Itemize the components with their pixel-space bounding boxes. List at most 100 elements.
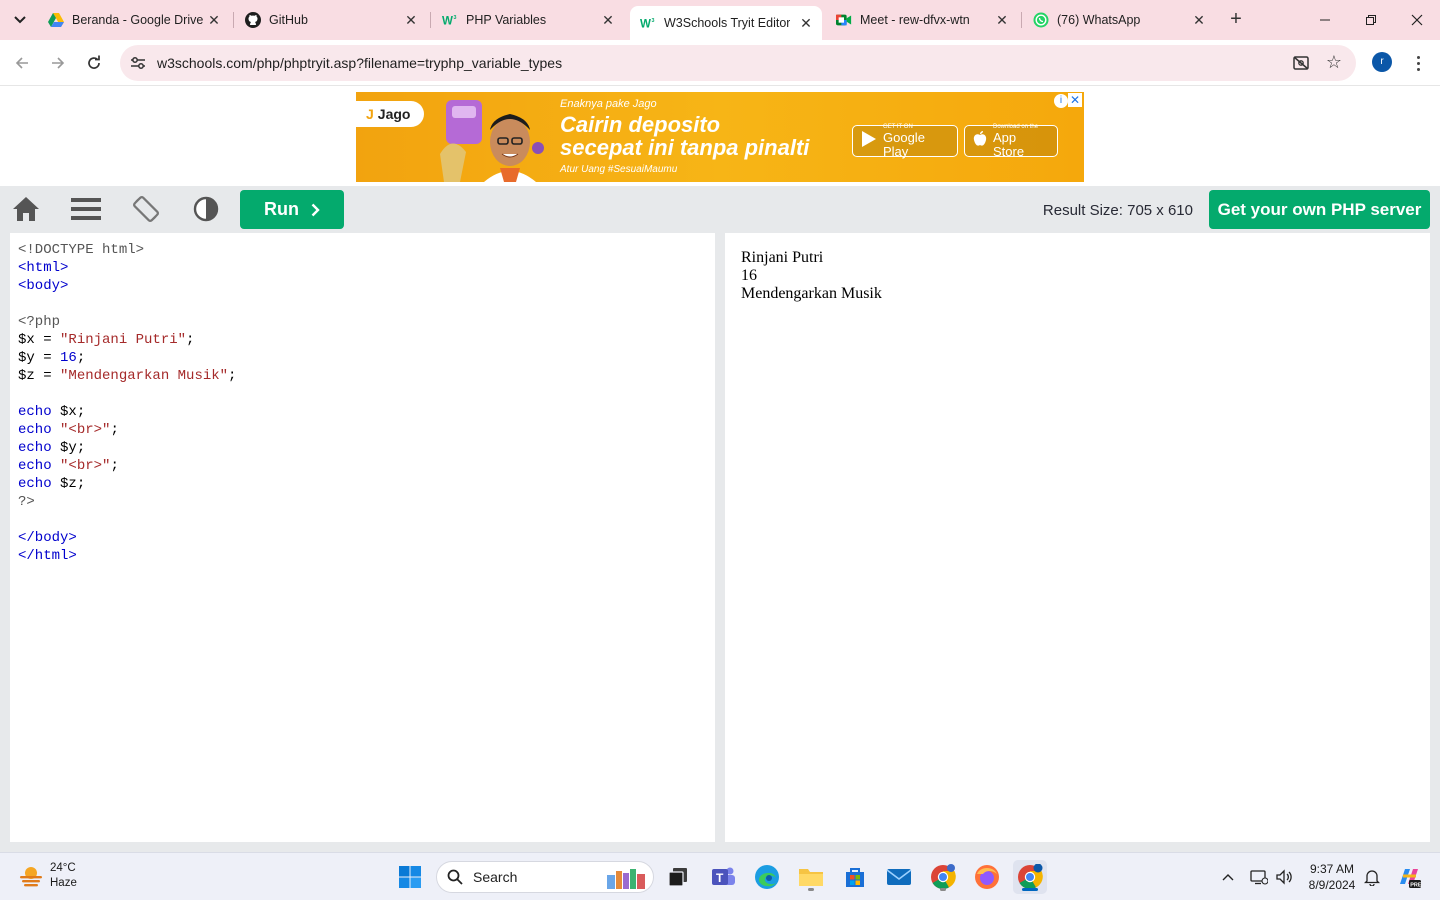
taskbar-search[interactable]: Search (436, 861, 654, 893)
tab-search-button[interactable] (8, 8, 32, 32)
rotate-screen-icon (133, 196, 159, 222)
new-tab-button[interactable]: + (1224, 8, 1248, 32)
code-line[interactable]: </html> (18, 547, 236, 565)
code-line[interactable]: echo $z; (18, 475, 236, 493)
show-hidden-icons-button[interactable] (1218, 867, 1238, 887)
code-token: echo (18, 422, 52, 438)
taskbar-clock[interactable]: 9:37 AM 8/9/2024 (1304, 861, 1360, 893)
chrome-icon (1018, 864, 1043, 890)
browser-menu-icon[interactable] (1408, 51, 1428, 75)
home-button[interactable] (10, 194, 42, 224)
restore-button[interactable] (1348, 0, 1394, 40)
code-line[interactable]: echo $x; (18, 403, 236, 421)
code-line[interactable]: <!DOCTYPE html> (18, 241, 236, 259)
result-frame[interactable]: Rinjani Putri 16 Mendengarkan Musik (725, 233, 1430, 842)
code-token: $z = (18, 368, 61, 384)
reload-button[interactable] (81, 50, 107, 76)
bookmark-star-icon[interactable]: ☆ (1326, 53, 1342, 71)
code-line[interactable]: $z = "Mendengarkan Musik"; (18, 367, 236, 385)
code-token: $z; (51, 476, 86, 492)
profile-avatar[interactable]: r (1372, 52, 1392, 72)
taskbar-mail[interactable] (882, 860, 916, 894)
copilot-button[interactable]: PRE (1396, 864, 1422, 890)
theme-toggle-button[interactable] (190, 194, 222, 224)
tracking-protection-icon[interactable] (1292, 54, 1310, 77)
close-tab-icon[interactable]: ✕ (403, 12, 419, 28)
taskbar-file-explorer[interactable] (794, 860, 828, 894)
close-tab-icon[interactable]: ✕ (206, 12, 222, 28)
ad-info-icon[interactable]: i (1054, 94, 1068, 108)
taskbar-firefox[interactable] (970, 860, 1004, 894)
tab-title: W3Schools Tryit Editor (664, 16, 791, 30)
run-button[interactable]: Run (240, 190, 344, 229)
tab-google-meet[interactable]: Meet - rew-dfvx-wtn ✕ (826, 6, 1018, 34)
network-icon (1250, 870, 1268, 885)
code-line[interactable] (18, 511, 236, 529)
code-line[interactable] (18, 385, 236, 403)
google-drive-icon (48, 12, 64, 28)
jago-ad-banner[interactable]: J Jago Enaknya pake Jago Cairin deposito … (356, 92, 1084, 182)
close-tab-icon[interactable]: ✕ (600, 12, 616, 28)
taskbar-edge[interactable] (750, 860, 784, 894)
running-indicator (940, 888, 946, 891)
code-line[interactable]: <?php (18, 313, 236, 331)
taskbar-chrome-profile-1[interactable] (926, 860, 960, 894)
code-line[interactable] (18, 295, 236, 313)
taskbar-teams[interactable]: T (706, 860, 740, 894)
site-settings-icon[interactable] (128, 53, 148, 73)
tab-google-drive[interactable]: Beranda - Google Drive ✕ (38, 6, 230, 34)
close-window-button[interactable] (1394, 0, 1440, 40)
code-line[interactable]: $y = 16; (18, 349, 236, 367)
code-editor[interactable]: <!DOCTYPE html> <html> <body> <?php $x = "Ri… (10, 233, 715, 842)
code-line[interactable]: echo "<br>"; (18, 421, 236, 439)
notifications-button[interactable] (1362, 867, 1382, 887)
tab-title: PHP Variables (466, 13, 547, 27)
code-line[interactable]: </body> (18, 529, 236, 547)
code-line[interactable]: <html> (18, 259, 236, 277)
arrow-left-icon (15, 57, 28, 69)
start-button[interactable] (393, 860, 427, 894)
code-line[interactable]: $x = "Rinjani Putri"; (18, 331, 236, 349)
tab-whatsapp[interactable]: (76) WhatsApp ✕ (1023, 6, 1215, 34)
taskbar-store[interactable] (838, 860, 872, 894)
task-view-icon (668, 868, 687, 887)
app-store-badge[interactable]: Download on the App Store (964, 124, 1058, 158)
close-tab-icon[interactable]: ✕ (1191, 12, 1207, 28)
close-tab-icon[interactable]: ✕ (798, 15, 814, 31)
windows-logo-icon (399, 866, 421, 888)
menu-button[interactable] (70, 194, 102, 224)
result-line: 16 (741, 267, 757, 284)
code-content[interactable]: <!DOCTYPE html> <html> <body> <?php $x = "Ri… (18, 241, 236, 565)
code-line[interactable]: ?> (18, 493, 236, 511)
close-tab-icon[interactable]: ✕ (994, 12, 1010, 28)
minimize-button[interactable] (1302, 0, 1348, 40)
tab-github[interactable]: GitHub ✕ (235, 6, 427, 34)
code-token: 16 (60, 350, 77, 366)
code-token: ; (110, 422, 119, 438)
code-token: "Mendengarkan Musik" (60, 368, 229, 384)
volume-button[interactable] (1274, 867, 1294, 887)
code-line[interactable]: <body> (18, 277, 236, 295)
back-button[interactable] (9, 50, 35, 76)
rotate-layout-button[interactable] (130, 194, 162, 224)
weather-widget[interactable]: 24°C Haze (18, 861, 77, 891)
ad-brand-label: Jago (377, 106, 411, 122)
google-play-badge[interactable]: GET IT ON Google Play (852, 124, 958, 158)
code-token: ; (76, 350, 86, 366)
address-bar[interactable]: w3schools.com/php/phptryit.asp?filename=… (120, 45, 1356, 81)
teams-icon: T (712, 867, 735, 885)
ad-brand-logo: J Jago (356, 101, 424, 127)
forward-button[interactable] (45, 50, 71, 76)
task-view-button[interactable] (661, 860, 695, 894)
network-status-button[interactable] (1249, 867, 1269, 887)
ad-close-icon[interactable]: ✕ (1068, 93, 1082, 107)
get-php-server-button[interactable]: Get your own PHP server (1209, 190, 1430, 229)
tab-w3schools-tryit[interactable]: W3 W3Schools Tryit Editor ✕ (630, 6, 822, 40)
code-line[interactable]: echo $y; (18, 439, 236, 457)
jago-logo-mark: J (366, 106, 374, 122)
result-line: Rinjani Putri (741, 249, 824, 266)
code-line[interactable]: echo "<br>"; (18, 457, 236, 475)
taskbar-chrome-profile-2[interactable] (1013, 860, 1047, 894)
tryit-workspace: <!DOCTYPE html> <html> <body> <?php $x = "Ri… (0, 232, 1440, 852)
tab-php-variables[interactable]: W3 PHP Variables ✕ (432, 6, 624, 34)
